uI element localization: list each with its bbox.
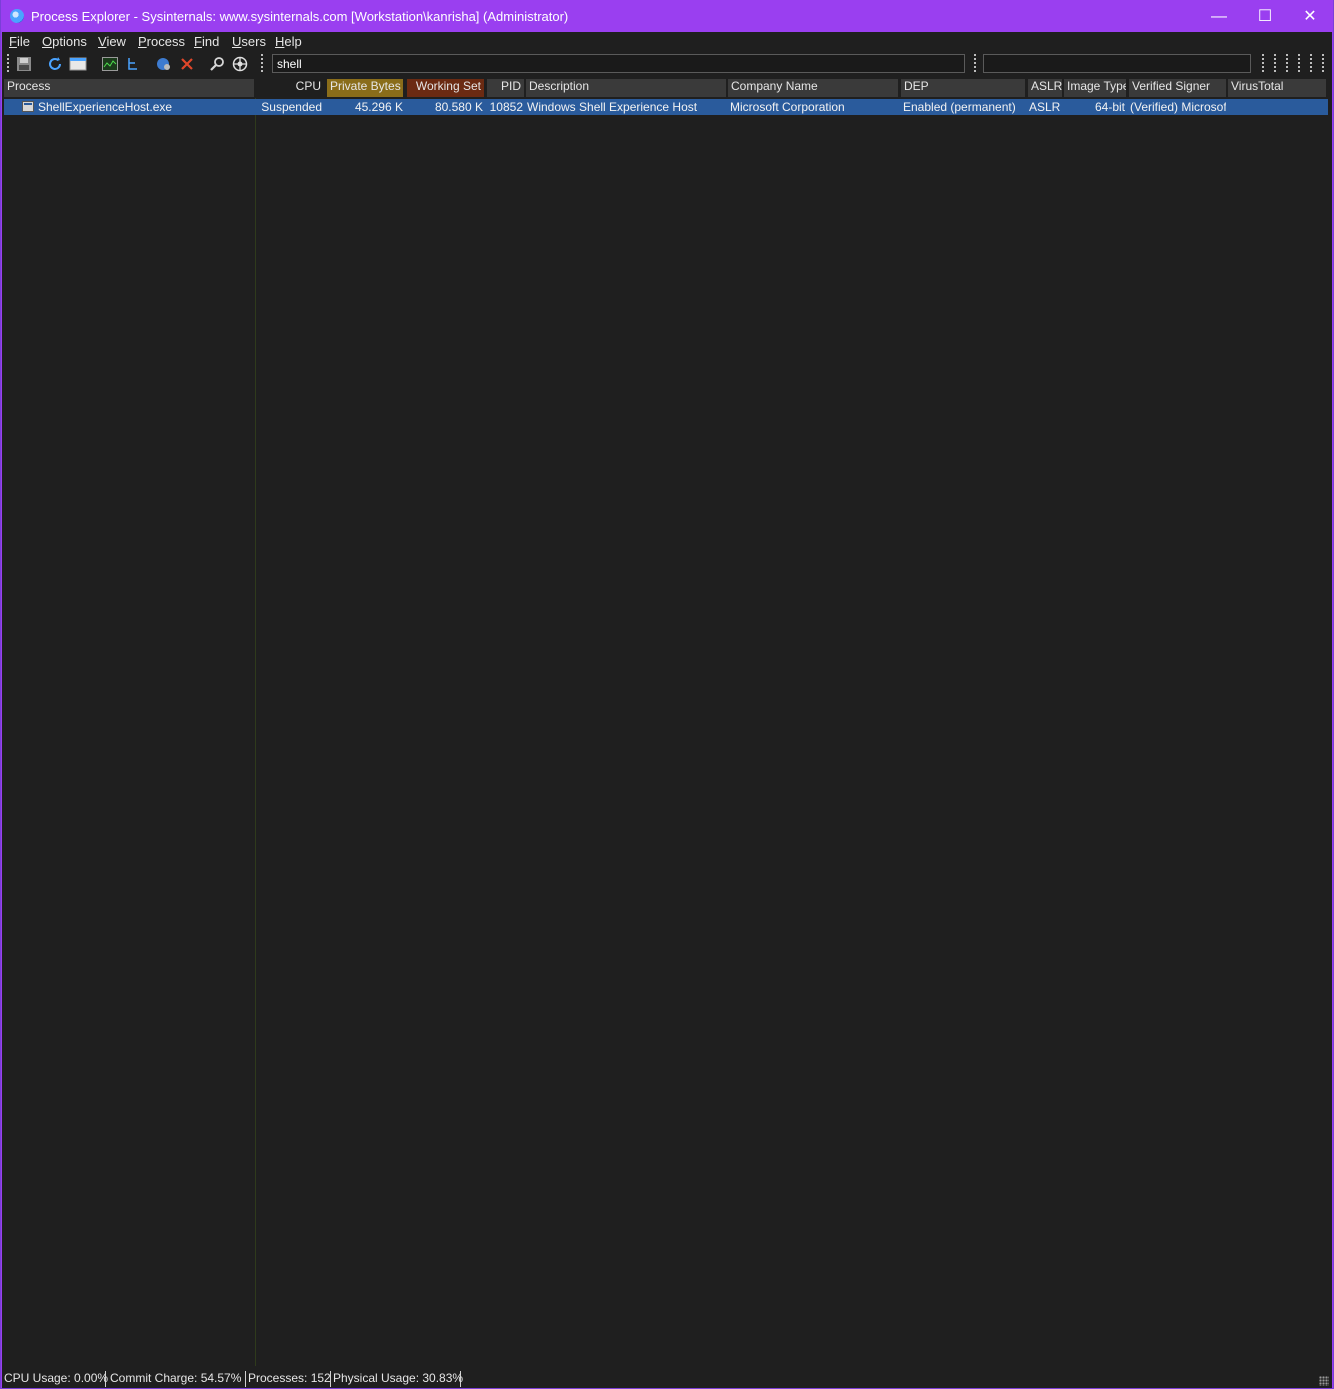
process-icon: [22, 101, 34, 112]
toolbar-grip[interactable]: [1262, 54, 1264, 74]
cell-description: Windows Shell Experience Host: [527, 100, 698, 114]
toolbar-grip[interactable]: [1310, 54, 1312, 74]
toolbar-grip[interactable]: [1286, 54, 1288, 74]
column-header-private-bytes[interactable]: Private Bytes: [327, 79, 403, 97]
resize-grip[interactable]: [1319, 1376, 1329, 1386]
pane-divider: [255, 98, 256, 1366]
cell-company: Microsoft Corporation: [730, 100, 845, 114]
toolbar-grip[interactable]: [974, 54, 976, 74]
secondary-toolbar-field[interactable]: [983, 54, 1251, 73]
cell-verified-signer: (Verified) Microsoft...: [1130, 100, 1226, 114]
status-cpu-usage: CPU Usage: 0.00%: [4, 1371, 109, 1387]
process-explorer-app-icon[interactable]: [10, 9, 24, 23]
save-icon[interactable]: [15, 55, 33, 73]
cell-cpu: Suspended: [261, 100, 322, 114]
column-header-process[interactable]: Process: [4, 79, 254, 97]
filter-input[interactable]: [272, 54, 965, 73]
table-row[interactable]: ShellExperienceHost.exe Suspended 45.296…: [4, 99, 1328, 115]
minimize-icon: —: [1211, 8, 1227, 25]
column-header-cpu[interactable]: CPU: [256, 79, 324, 97]
toolbar: [2, 52, 1332, 76]
menu-file[interactable]: File: [9, 34, 30, 49]
column-header-dep[interactable]: DEP: [901, 79, 1025, 97]
status-physical-usage: Physical Usage: 30.83%: [333, 1371, 464, 1387]
cell-virustotal: [1230, 100, 1326, 114]
find-icon[interactable]: [208, 55, 226, 73]
system-info-icon[interactable]: [69, 55, 87, 73]
column-header-image-type[interactable]: Image Type: [1064, 79, 1126, 97]
menu-users[interactable]: Users: [232, 34, 266, 49]
refresh-icon[interactable]: [46, 55, 64, 73]
dll-view-icon[interactable]: [155, 55, 173, 73]
column-header-verified-signer[interactable]: Verified Signer: [1129, 79, 1226, 97]
maximize-button[interactable]: ☐: [1242, 1, 1288, 32]
column-header-pid[interactable]: PID: [487, 79, 524, 97]
menu-bar: File Options View Process Find Users Hel…: [2, 32, 1332, 52]
status-commit-charge: Commit Charge: 54.57%: [110, 1371, 246, 1387]
menu-help[interactable]: Help: [275, 34, 302, 49]
maximize-icon: ☐: [1257, 8, 1273, 25]
cell-pid: 10852: [489, 100, 523, 114]
cpu-graph-icon[interactable]: [101, 55, 119, 73]
toolbar-grip[interactable]: [1322, 54, 1324, 74]
close-icon: ✕: [1303, 8, 1317, 25]
window-title: Process Explorer - Sysinternals: www.sys…: [31, 9, 569, 24]
title-bar[interactable]: Process Explorer - Sysinternals: www.sys…: [2, 1, 1332, 32]
cell-process-name: ShellExperienceHost.exe: [38, 100, 173, 114]
close-button[interactable]: ✕: [1287, 1, 1333, 32]
menu-view[interactable]: View: [98, 34, 126, 49]
column-header-virustotal[interactable]: VirusTotal: [1228, 79, 1326, 97]
cell-image-type: 64-bit: [1094, 100, 1125, 114]
cell-aslr: ASLR: [1029, 100, 1061, 114]
column-header-aslr[interactable]: ASLR: [1028, 79, 1062, 97]
column-header-company[interactable]: Company Name: [728, 79, 898, 97]
menu-options[interactable]: Options: [42, 34, 87, 49]
toolbar-grip[interactable]: [7, 54, 9, 74]
status-bar: CPU Usage: 0.00% Commit Charge: 54.57% P…: [2, 1367, 1332, 1388]
column-header-description[interactable]: Description: [526, 79, 726, 97]
tree-view-icon[interactable]: [124, 55, 142, 73]
app-window: Process Explorer - Sysinternals: www.sys…: [1, 0, 1333, 1388]
menu-find[interactable]: Find: [194, 34, 219, 49]
cell-working-set: 80.580 K: [434, 100, 483, 114]
cell-private-bytes: 45.296 K: [354, 100, 403, 114]
column-header-working-set[interactable]: Working Set: [407, 79, 484, 97]
menu-process[interactable]: Process: [138, 34, 185, 49]
target-icon[interactable]: [231, 55, 249, 73]
toolbar-grip[interactable]: [1298, 54, 1300, 74]
minimize-button[interactable]: —: [1196, 1, 1242, 32]
kill-process-icon[interactable]: [178, 55, 196, 73]
toolbar-grip[interactable]: [261, 54, 263, 74]
column-header-row: Process CPU Private Bytes Working Set PI…: [4, 77, 1330, 97]
toolbar-grip[interactable]: [1274, 54, 1276, 74]
status-processes: Processes: 152: [248, 1371, 331, 1387]
cell-dep: Enabled (permanent): [903, 100, 1016, 114]
process-tree-pane[interactable]: [4, 98, 254, 1366]
